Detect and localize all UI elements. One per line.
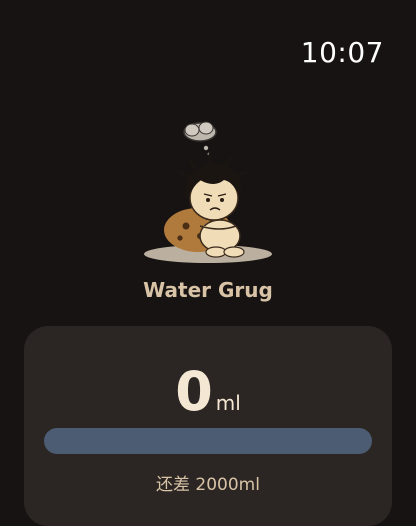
remaining-text: 还差 2000ml (156, 475, 260, 495)
thought-cloud-icon (183, 121, 217, 156)
intake-card: 0 ml 还差 2000ml (24, 326, 392, 526)
clock-time: 10:07 (300, 36, 384, 69)
intake-progress-bar (44, 428, 372, 454)
intake-amount: 0 ml (24, 360, 392, 423)
intake-amount-value: 0 (175, 360, 213, 423)
caveman-worried-icon (144, 121, 272, 263)
app-title: Water Grug (143, 278, 273, 302)
intake-amount-unit: ml (215, 391, 241, 415)
